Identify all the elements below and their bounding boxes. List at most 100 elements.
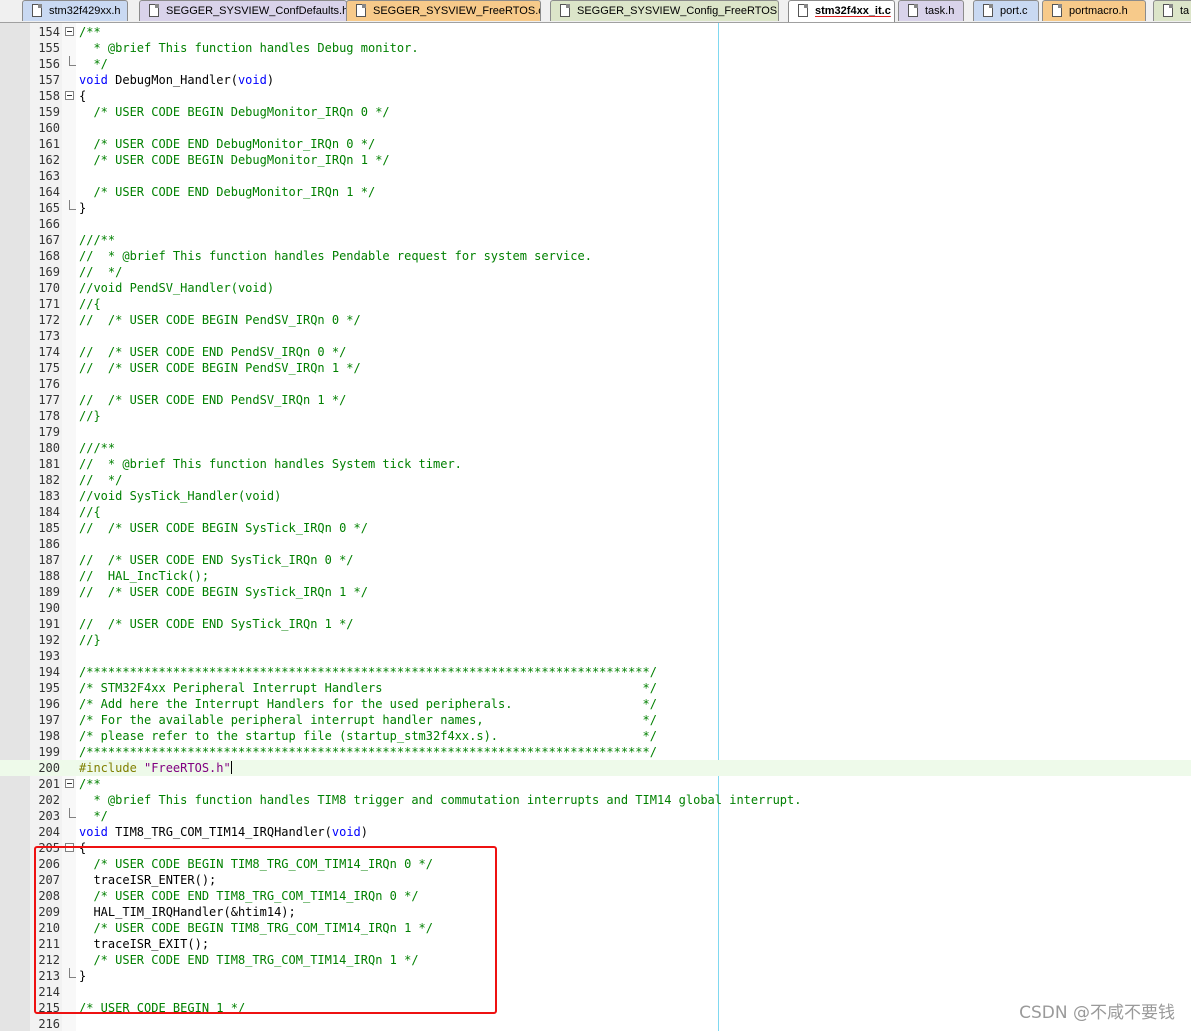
code-text: // /* USER CODE END SysTick_IRQn 1 */	[79, 617, 354, 631]
line-number: 202	[38, 793, 60, 807]
code-line[interactable]: 191 // /* USER CODE END SysTick_IRQn 1 */	[0, 616, 1191, 632]
fold-end-marker	[69, 56, 76, 66]
line-number: 200	[38, 761, 60, 775]
code-text: ///**	[79, 441, 116, 455]
code-line[interactable]: 170 //void PendSV_Handler(void)	[0, 280, 1191, 296]
file-icon	[356, 4, 366, 17]
code-line[interactable]: 167 ///**	[0, 232, 1191, 248]
code-line[interactable]: 163	[0, 168, 1191, 184]
code-line[interactable]: 164 /* USER CODE END DebugMonitor_IRQn 1…	[0, 184, 1191, 200]
code-line[interactable]: 178 //}	[0, 408, 1191, 424]
tab-ta[interactable]: ta	[1153, 0, 1191, 21]
line-number: 198	[38, 729, 60, 743]
code-text: // /* USER CODE BEGIN SysTick_IRQn 0 */	[79, 521, 368, 535]
tab-segger-sysview-freertos-c[interactable]: SEGGER_SYSVIEW_FreeRTOS.c	[346, 0, 541, 21]
code-line[interactable]: 187 // /* USER CODE END SysTick_IRQn 0 */	[0, 552, 1191, 568]
tab-label: SEGGER_SYSVIEW_FreeRTOS.c	[373, 5, 541, 17]
code-line[interactable]: 171 //{	[0, 296, 1191, 312]
fold-end-marker	[69, 808, 76, 818]
code-text: /* For the available peripheral interrup…	[79, 713, 657, 727]
file-icon	[149, 4, 159, 17]
code-line[interactable]: 168 // * @brief This function handles Pen…	[0, 248, 1191, 264]
line-number: 201	[38, 777, 60, 791]
tab-portmacro-h[interactable]: portmacro.h	[1042, 0, 1146, 21]
code-line[interactable]: 161 /* USER CODE END DebugMonitor_IRQn 0…	[0, 136, 1191, 152]
code-line[interactable]: 198 /* please refer to the startup file (…	[0, 728, 1191, 744]
code-text: // /* USER CODE END SysTick_IRQn 0 */	[79, 553, 354, 567]
line-number: 190	[38, 601, 60, 615]
code-line[interactable]: 203 */	[0, 808, 1191, 824]
line-number: 189	[38, 585, 60, 599]
code-line[interactable]: 181 // * @brief This function handles Sys…	[0, 456, 1191, 472]
code-line[interactable]: 186	[0, 536, 1191, 552]
line-number: 162	[38, 153, 60, 167]
code-line[interactable]: 188 // HAL_IncTick();	[0, 568, 1191, 584]
fold-toggle-icon[interactable]	[65, 27, 74, 36]
tab-segger-sysview-config-freertos-c[interactable]: SEGGER_SYSVIEW_Config_FreeRTOS.c	[550, 0, 779, 21]
code-line[interactable]: 155 * @brief This function handles Debug…	[0, 40, 1191, 56]
code-text: //{	[79, 505, 101, 519]
code-line[interactable]: 180 ///**	[0, 440, 1191, 456]
code-line[interactable]: 173	[0, 328, 1191, 344]
code-line[interactable]: 182 // */	[0, 472, 1191, 488]
code-line[interactable]: 176	[0, 376, 1191, 392]
code-text: /* Add here the Interrupt Handlers for t…	[79, 697, 657, 711]
fold-toggle-icon[interactable]	[65, 91, 74, 100]
tab-segger-sysview-confdefaults-h[interactable]: SEGGER_SYSVIEW_ConfDefaults.h	[139, 0, 347, 21]
code-line[interactable]: 195 /* STM32F4xx Peripheral Interrupt Han…	[0, 680, 1191, 696]
code-line[interactable]: 194 /************************************…	[0, 664, 1191, 680]
code-line[interactable]: 156 */	[0, 56, 1191, 72]
code-line[interactable]: 169 // */	[0, 264, 1191, 280]
file-icon	[983, 4, 993, 17]
code-line[interactable]: 189 // /* USER CODE BEGIN SysTick_IRQn 1 …	[0, 584, 1191, 600]
line-number: 203	[38, 809, 60, 823]
line-number: 194	[38, 665, 60, 679]
code-line[interactable]: 158 {	[0, 88, 1191, 104]
code-line[interactable]: 154 /**	[0, 24, 1191, 40]
code-line[interactable]: 185 // /* USER CODE BEGIN SysTick_IRQn 0 …	[0, 520, 1191, 536]
tab-stm32f429xx-h[interactable]: stm32f429xx.h	[22, 0, 128, 21]
tab-stm32f4xx-it-c[interactable]: stm32f4xx_it.c	[788, 0, 895, 22]
code-line[interactable]: 175 // /* USER CODE BEGIN PendSV_IRQn 1 *…	[0, 360, 1191, 376]
code-line[interactable]: 183 //void SysTick_Handler(void)	[0, 488, 1191, 504]
tab-label: task.h	[925, 5, 955, 17]
code-line[interactable]: 190	[0, 600, 1191, 616]
code-line[interactable]: 216	[0, 1016, 1191, 1032]
code-line[interactable]: 200 #include "FreeRTOS.h"	[0, 760, 1191, 776]
code-text: //{	[79, 297, 101, 311]
code-line[interactable]: 165}	[0, 200, 1191, 216]
code-text: void DebugMon_Handler(void)	[79, 73, 275, 87]
tab-label: port.c	[1000, 5, 1028, 17]
code-text: // /* USER CODE END PendSV_IRQn 1 */	[79, 393, 347, 407]
code-line[interactable]: 201 /**	[0, 776, 1191, 792]
line-number: 159	[38, 105, 60, 119]
tab-port-c[interactable]: port.c	[973, 0, 1039, 21]
code-line[interactable]: 199 /************************************…	[0, 744, 1191, 760]
code-line[interactable]: 202 * @brief This function handles TIM8 …	[0, 792, 1191, 808]
tab-task-h[interactable]: task.h	[898, 0, 964, 21]
code-line[interactable]: 196 /* Add here the Interrupt Handlers fo…	[0, 696, 1191, 712]
code-line[interactable]: 172 // /* USER CODE BEGIN PendSV_IRQn 0 *…	[0, 312, 1191, 328]
fold-toggle-icon[interactable]	[65, 779, 74, 788]
code-line[interactable]: 174 // /* USER CODE END PendSV_IRQn 0 */	[0, 344, 1191, 360]
code-line[interactable]: 159 /* USER CODE BEGIN DebugMonitor_IRQn…	[0, 104, 1191, 120]
code-line[interactable]: 166	[0, 216, 1191, 232]
line-number: 156	[38, 57, 60, 71]
code-line[interactable]: 197 /* For the available peripheral inter…	[0, 712, 1191, 728]
file-icon	[32, 4, 42, 17]
code-editor[interactable]: 154/** 155 * @brief This function handles…	[0, 23, 1191, 1031]
code-text: //void PendSV_Handler(void)	[79, 281, 275, 295]
file-icon	[798, 4, 808, 17]
code-text: */	[79, 809, 108, 823]
code-line[interactable]: 160	[0, 120, 1191, 136]
code-line[interactable]: 192 //}	[0, 632, 1191, 648]
code-line[interactable]: 162 /* USER CODE BEGIN DebugMonitor_IRQn…	[0, 152, 1191, 168]
code-line[interactable]: 193	[0, 648, 1191, 664]
code-line[interactable]: 177 // /* USER CODE END PendSV_IRQn 1 */	[0, 392, 1191, 408]
line-number: 161	[38, 137, 60, 151]
code-line[interactable]: 157 void DebugMon_Handler(void)	[0, 72, 1191, 88]
code-line[interactable]: 204 void TIM8_TRG_COM_TIM14_IRQHandler(vo…	[0, 824, 1191, 840]
code-line[interactable]: 184 //{	[0, 504, 1191, 520]
code-line[interactable]: 179	[0, 424, 1191, 440]
line-number: 173	[38, 329, 60, 343]
